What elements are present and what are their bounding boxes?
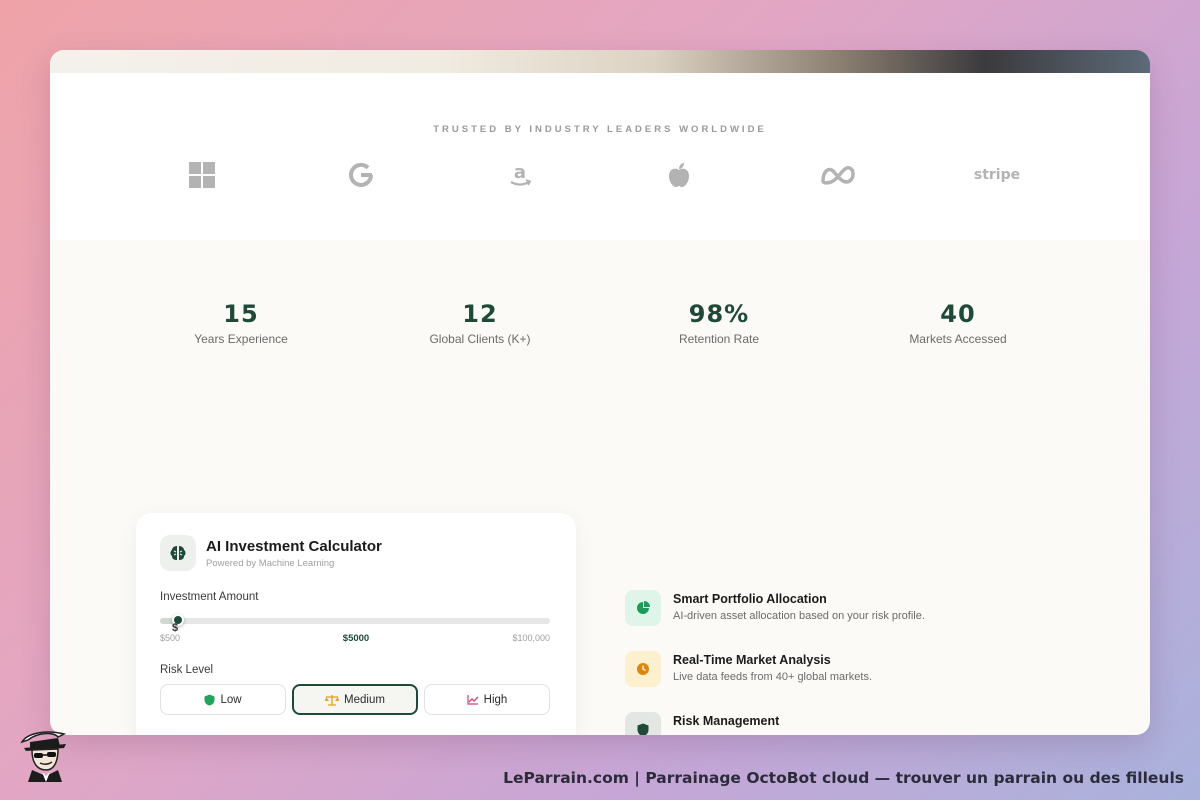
stats-section: 15 Years Experience 12 Global Clients (K… bbox=[50, 240, 1150, 440]
brain-icon bbox=[160, 535, 196, 571]
feature-title: Smart Portfolio Allocation bbox=[673, 592, 827, 606]
feature-desc: AI-driven asset allocation based on your… bbox=[673, 610, 925, 622]
svg-text:a: a bbox=[514, 162, 526, 183]
feature-market-analysis: Real-Time Market Analysis Live data feed… bbox=[625, 651, 1105, 695]
stat-label: Retention Rate bbox=[678, 332, 760, 346]
amazon-logo: a bbox=[490, 158, 550, 192]
feature-desc: Live data feeds from 40+ global markets. bbox=[673, 671, 873, 683]
trusted-by-section: TRUSTED BY INDUSTRY LEADERS WORLDWIDE a … bbox=[50, 73, 1150, 240]
clock-icon bbox=[625, 651, 661, 687]
investment-calculator-card: AI Investment Calculator Powered by Mach… bbox=[136, 513, 576, 735]
stat-value: 15 bbox=[223, 300, 259, 328]
stat-value: 12 bbox=[462, 300, 498, 328]
stat-label: Years Experience bbox=[194, 332, 288, 346]
slider-max-label: $100,000 bbox=[512, 633, 550, 643]
stat-value: 40 bbox=[940, 300, 976, 328]
shield-icon bbox=[625, 712, 661, 735]
calculator-subtitle: Powered by Machine Learning bbox=[206, 558, 335, 569]
investment-slider[interactable] bbox=[160, 614, 550, 626]
stat-value: 98% bbox=[688, 300, 750, 328]
feature-portfolio-allocation: Smart Portfolio Allocation AI-driven ass… bbox=[625, 590, 1105, 634]
risk-medium-button[interactable]: Medium bbox=[292, 684, 418, 715]
risk-level-label: Risk Level bbox=[160, 664, 214, 676]
shield-icon bbox=[204, 694, 215, 705]
stat-label: Global Clients (K+) bbox=[429, 332, 531, 346]
risk-medium-label: Medium bbox=[344, 693, 385, 706]
risk-high-label: High bbox=[483, 693, 508, 706]
stat-markets: 40 Markets Accessed bbox=[858, 300, 1058, 346]
mascot-logo bbox=[20, 731, 67, 782]
google-logo bbox=[331, 158, 391, 192]
pie-chart-icon bbox=[625, 590, 661, 626]
scale-icon bbox=[325, 694, 340, 706]
stat-years: 15 Years Experience bbox=[141, 300, 341, 346]
risk-low-button[interactable]: Low bbox=[160, 684, 286, 715]
slider-value-label: $5000 bbox=[342, 633, 370, 644]
risk-high-button[interactable]: High bbox=[424, 684, 550, 715]
risk-low-label: Low bbox=[220, 693, 242, 706]
stat-clients: 12 Global Clients (K+) bbox=[380, 300, 580, 346]
feature-risk-management: Risk Management bbox=[625, 712, 1105, 735]
browser-frame: TRUSTED BY INDUSTRY LEADERS WORLDWIDE a … bbox=[50, 50, 1150, 735]
trend-up-icon bbox=[467, 695, 479, 705]
hero-image-strip bbox=[50, 50, 1150, 73]
stat-retention: 98% Retention Rate bbox=[619, 300, 819, 346]
meta-logo bbox=[808, 158, 868, 192]
stripe-logo: stripe bbox=[973, 167, 1021, 183]
windows-logo bbox=[172, 158, 232, 192]
feature-title: Risk Management bbox=[673, 714, 780, 728]
apple-logo bbox=[649, 158, 709, 192]
investment-amount-label: Investment Amount bbox=[160, 591, 259, 603]
trusted-heading: TRUSTED BY INDUSTRY LEADERS WORLDWIDE bbox=[433, 124, 767, 135]
footer-caption: LeParrain.com | Parrainage OctoBot cloud… bbox=[503, 769, 1184, 787]
stat-label: Markets Accessed bbox=[909, 332, 1007, 346]
calculator-title: AI Investment Calculator bbox=[206, 538, 382, 555]
feature-title: Real-Time Market Analysis bbox=[673, 653, 831, 667]
